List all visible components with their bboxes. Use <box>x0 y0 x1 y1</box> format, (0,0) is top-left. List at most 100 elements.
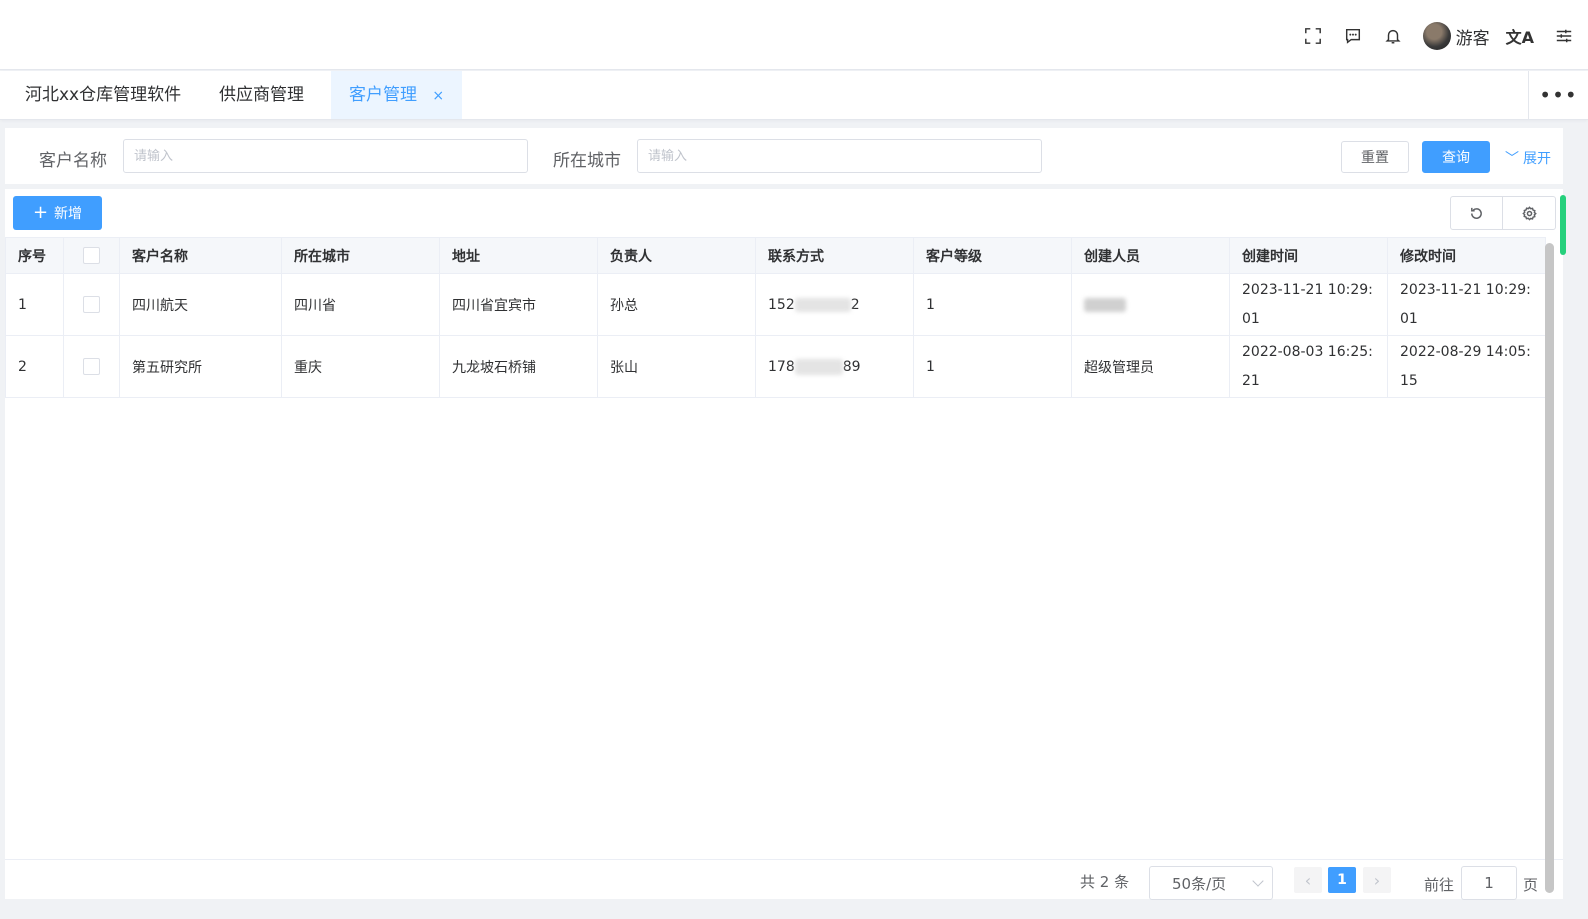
cell-creator: 超级管理员 <box>1071 335 1230 398</box>
expand-label: 展开 <box>1523 151 1551 167</box>
goto-page-input[interactable] <box>1461 866 1517 900</box>
customer-name-input[interactable] <box>123 139 528 173</box>
pagination: 共 2 条 50条/页 ‹ 1 › 前往 页 <box>5 859 1563 900</box>
chevron-left-icon: ‹ <box>1304 870 1312 890</box>
header-actions: 游客 文A <box>1283 18 1574 54</box>
cell-level: 1 <box>913 335 1072 398</box>
cell-level: 1 <box>913 273 1072 336</box>
cell-index: 2 <box>5 335 64 398</box>
vertical-scrollbar[interactable] <box>1545 243 1554 893</box>
redacted-phone <box>794 358 843 375</box>
table-row[interactable]: 1 四川航天 四川省 四川省宜宾市 孙总 152 2 1 2023-11-21 1… <box>5 273 1546 336</box>
tab-label: 供应商管理 <box>219 85 304 105</box>
cell-address: 九龙坡石桥铺 <box>439 335 598 398</box>
bell-icon[interactable] <box>1383 26 1403 46</box>
tab-supplier-management[interactable]: 供应商管理 <box>219 71 304 119</box>
cell-modified-time: 2023-11-21 10:29:01 <box>1387 273 1546 336</box>
col-contact: 联系方式 <box>755 237 914 274</box>
cell-created-time: 2022-08-03 16:25:21 <box>1229 335 1388 398</box>
gear-icon[interactable] <box>1503 197 1555 229</box>
customer-name-label: 客户名称 <box>39 151 107 171</box>
cell-select <box>63 273 120 336</box>
tab-customer-management[interactable]: 客户管理 × <box>331 71 463 119</box>
tabs-bar: 河北xx仓库管理软件 供应商管理 客户管理 × ••• <box>0 71 1588 120</box>
modified-timestamp: 2023-11-21 10:29:01 <box>1400 281 1531 327</box>
cell-modified-time: 2022-08-29 14:05:15 <box>1387 335 1546 398</box>
phone-suffix: 89 <box>842 358 861 375</box>
translate-icon[interactable]: 文A <box>1506 24 1534 48</box>
city-label: 所在城市 <box>553 151 621 171</box>
tab-warehouse-software[interactable]: 河北xx仓库管理软件 <box>25 71 181 119</box>
plus-icon: + <box>32 202 49 223</box>
top-header: 游客 文A <box>0 0 1588 70</box>
cell-manager: 孙总 <box>597 273 756 336</box>
customer-table: 序号 客户名称 所在城市 地址 负责人 联系方式 客户等级 创建人员 创建时间 … <box>5 237 1546 398</box>
expand-toggle[interactable]: ﹀ 展开 <box>1505 148 1551 168</box>
total-count: 共 2 条 <box>1080 873 1130 891</box>
next-page-button[interactable]: › <box>1363 867 1391 893</box>
chevron-down-icon: ﹀ <box>1505 151 1519 167</box>
row-checkbox[interactable] <box>83 296 100 313</box>
col-address: 地址 <box>439 237 598 274</box>
add-button[interactable]: + 新增 <box>13 196 102 230</box>
tab-label: 客户管理 <box>349 85 417 105</box>
cell-created-time: 2023-11-21 10:29:01 <box>1229 273 1388 336</box>
more-icon[interactable]: ••• <box>1528 71 1588 119</box>
col-select <box>63 237 120 274</box>
side-indicator <box>1560 195 1566 255</box>
phone-suffix: 2 <box>850 296 860 313</box>
chevron-right-icon: › <box>1373 870 1381 890</box>
cell-index: 1 <box>5 273 64 336</box>
phone-prefix: 178 <box>768 358 795 375</box>
reset-button[interactable]: 重置 <box>1341 141 1409 173</box>
cell-city: 重庆 <box>281 335 440 398</box>
page-size-select[interactable]: 50条/页 <box>1149 866 1273 900</box>
cell-contact: 178 89 <box>755 335 914 398</box>
row-checkbox[interactable] <box>83 358 100 375</box>
cell-city: 四川省 <box>281 273 440 336</box>
col-level: 客户等级 <box>913 237 1072 274</box>
table-tools <box>1450 196 1556 230</box>
fullscreen-icon[interactable] <box>1303 26 1323 46</box>
created-timestamp: 2022-08-03 16:25:21 <box>1242 343 1373 389</box>
modified-timestamp: 2022-08-29 14:05:15 <box>1400 343 1531 389</box>
search-form: 客户名称 所在城市 重置 查询 ﹀展开 <box>5 128 1563 184</box>
cell-contact: 152 2 <box>755 273 914 336</box>
created-timestamp: 2023-11-21 10:29:01 <box>1242 281 1373 327</box>
prev-page-button[interactable]: ‹ <box>1294 867 1322 893</box>
col-created-time: 创建时间 <box>1229 237 1388 274</box>
cell-customer-name: 第五研究所 <box>119 335 282 398</box>
settings-sliders-icon[interactable] <box>1554 26 1574 46</box>
cell-address: 四川省宜宾市 <box>439 273 598 336</box>
cell-creator <box>1071 273 1230 336</box>
refresh-icon[interactable] <box>1451 197 1504 229</box>
col-customer-name: 客户名称 <box>119 237 282 274</box>
col-modified-time: 修改时间 <box>1387 237 1546 274</box>
add-label: 新增 <box>54 206 83 222</box>
city-input[interactable] <box>637 139 1042 173</box>
phone-prefix: 152 <box>768 296 795 313</box>
user-menu[interactable]: 游客 <box>1422 22 1490 50</box>
col-city: 所在城市 <box>281 237 440 274</box>
col-index: 序号 <box>5 237 64 274</box>
avatar <box>1422 22 1451 50</box>
message-icon[interactable] <box>1343 26 1363 46</box>
table-header-row: 序号 客户名称 所在城市 地址 负责人 联系方式 客户等级 创建人员 创建时间 … <box>5 237 1546 274</box>
tab-label: 河北xx仓库管理软件 <box>25 85 182 105</box>
page-size-value: 50条/页 <box>1172 874 1227 893</box>
cell-customer-name: 四川航天 <box>119 273 282 336</box>
cell-manager: 张山 <box>597 335 756 398</box>
close-icon[interactable]: × <box>432 88 444 104</box>
query-button[interactable]: 查询 <box>1422 141 1490 173</box>
username: 游客 <box>1455 28 1490 49</box>
cell-select <box>63 335 120 398</box>
page-number-current[interactable]: 1 <box>1328 867 1356 893</box>
redacted-creator <box>1084 297 1126 312</box>
goto-label: 前往 <box>1424 876 1455 894</box>
col-creator: 创建人员 <box>1071 237 1230 274</box>
col-manager: 负责人 <box>597 237 756 274</box>
select-all-checkbox[interactable] <box>83 247 100 264</box>
redacted-phone <box>794 297 851 312</box>
table-row[interactable]: 2 第五研究所 重庆 九龙坡石桥铺 张山 178 89 1 超级管理员 2022-… <box>5 335 1546 398</box>
chevron-down-icon <box>1252 875 1264 887</box>
